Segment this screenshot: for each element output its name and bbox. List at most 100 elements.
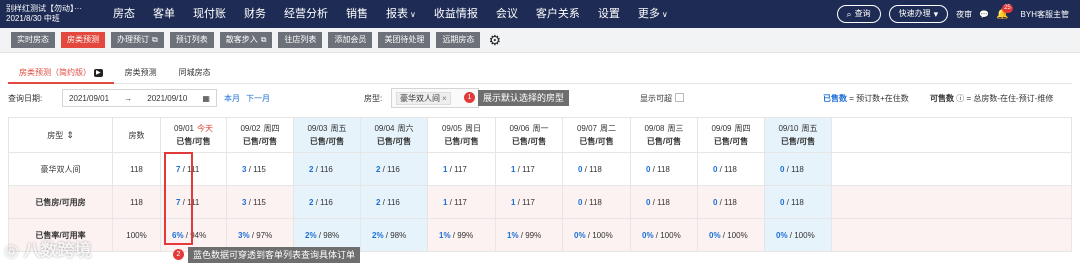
date-value: 09/09 (711, 124, 732, 133)
weekday-label: 周二 (600, 124, 617, 133)
available-count: 115 (253, 164, 266, 174)
available-count: 118 (791, 197, 804, 207)
row-roomtype-name: 已售房/可用房 (8, 185, 113, 219)
nav-item[interactable]: 经营分析 (275, 0, 337, 28)
nav-item[interactable]: 房态 (104, 0, 144, 28)
nav-item[interactable]: 客单 (144, 0, 184, 28)
filter-bar: 查询日期: 2021/09/01 → 2021/09/10 ▦ 本月 下一月 房… (8, 88, 1072, 108)
available-count: 98% (323, 230, 340, 240)
avail-definition: = 总房数-在住-预订-维修 (966, 94, 1054, 103)
search-button[interactable]: ⌕ 查询 (836, 5, 881, 23)
forecast-cell: 1 / 117 (427, 152, 496, 186)
quick-handle-button[interactable]: 快速办理 ▾ (888, 5, 949, 23)
subtab-button[interactable]: 美团待处理 (378, 32, 431, 48)
user-name[interactable]: BYH客服主管 (1021, 9, 1069, 20)
forecast-cell: 1 / 117 (495, 185, 563, 219)
copy-icon[interactable]: ⧉ (261, 33, 267, 47)
available-count: 99% (525, 230, 542, 240)
weekday-label: 周四 (263, 124, 280, 133)
header-roomtype[interactable]: 房型 ⇕ (8, 117, 113, 153)
date-value: 09/10 (778, 124, 799, 133)
chevron-down-icon: ∨ (410, 10, 416, 19)
chat-icon[interactable]: 💬 (979, 10, 989, 19)
highlight-box (164, 152, 193, 245)
available-count: 118 (724, 164, 737, 174)
date-to: 2021/09/10 (147, 93, 188, 103)
close-icon[interactable]: × (442, 94, 447, 103)
date-label: 09/06 周一 (496, 123, 562, 134)
available-count: 118 (657, 197, 670, 207)
subtab-button[interactable]: 实时房态 (11, 32, 55, 48)
nav-item-label: 更多 (637, 8, 660, 20)
nav-item[interactable]: 设置 (589, 0, 629, 28)
show-unavailable-checkbox[interactable] (675, 93, 684, 102)
sort-icon[interactable]: ⇕ (66, 130, 74, 140)
nav-item[interactable]: 销售 (337, 0, 377, 28)
annotation-marker-2: 2 (173, 249, 184, 260)
page-tab-label: 房类预测（简约版） (19, 68, 91, 77)
this-month-link[interactable]: 本月 (224, 93, 240, 104)
roomtype-tag[interactable]: 豪华双人间 × (396, 91, 451, 105)
next-month-link[interactable]: 下一月 (246, 93, 270, 104)
subtab-button[interactable]: 房类预测 (61, 32, 105, 48)
subtab-button[interactable]: 散客步入 ⧉ (219, 32, 273, 48)
weekday-label: 周六 (397, 124, 414, 133)
nav-item[interactable]: 报表 ∨ (377, 0, 425, 28)
subtab-button[interactable]: 远期房态 (436, 32, 481, 48)
weekday-label: 周日 (465, 124, 482, 133)
sold-key: 已售数 (823, 94, 847, 103)
hotel-switcher[interactable]: 别样红测试【勿动】··· 2021/8/30 中班 (0, 4, 104, 24)
avail-legend: 可售数 ⓘ = 总房数-在住-预订-维修 (930, 93, 1053, 104)
sold-count-link[interactable]: 0% (776, 231, 788, 240)
sold-count-link[interactable]: 0% (709, 231, 721, 240)
sold-avail-subheader: 已售/可售 (511, 137, 547, 146)
subtab-button[interactable]: 往店列表 (278, 32, 323, 48)
date-range-picker[interactable]: 2021/09/01 → 2021/09/10 ▦ (62, 89, 217, 107)
header-date: 09/03 周五 已售/可售 (293, 117, 361, 153)
nav-item[interactable]: 现付账 (184, 0, 235, 28)
copy-icon[interactable]: ⧉ (152, 33, 158, 47)
page-tab[interactable]: 房类预测（简约版） ▶ (8, 62, 114, 84)
nav-item[interactable]: 更多 ∨ (629, 0, 677, 28)
sold-count-link[interactable]: 2% (305, 231, 317, 240)
sold-avail-subheader: 已售/可售 (646, 137, 682, 146)
forecast-cell: 0 / 118 (697, 152, 765, 186)
forecast-cell: 0 / 118 (562, 152, 631, 186)
date-value: 09/04 (374, 124, 395, 133)
sold-count-link[interactable]: 0% (574, 231, 586, 240)
video-icon[interactable]: ▶ (94, 68, 103, 77)
header-room-count: 房数 (112, 117, 161, 153)
sold-count-link[interactable]: 1% (439, 231, 451, 240)
subtab-button[interactable]: 预订列表 (169, 32, 214, 48)
sold-count-link[interactable]: 3% (238, 231, 250, 240)
nav-item[interactable]: 财务 (235, 0, 275, 28)
available-count: 117 (454, 164, 467, 174)
forecast-cell: 1% / 99% (427, 218, 496, 252)
page-tab[interactable]: 同城房态 (168, 62, 222, 84)
nav-item[interactable]: 收益情报 (425, 0, 487, 28)
nav-item[interactable]: 客户关系 (527, 0, 589, 28)
sold-count-link[interactable]: 2% (372, 231, 384, 240)
subtab-button[interactable]: 办理预订 ⧉ (111, 32, 164, 48)
sold-count-link[interactable]: 1% (507, 231, 519, 240)
forecast-cell: 0 / 118 (697, 185, 765, 219)
available-count: 116 (320, 197, 333, 207)
weekday-label: 周五 (330, 124, 347, 133)
page-tab[interactable]: 房类预测 (114, 62, 168, 84)
date-label: 09/02 周四 (227, 123, 293, 134)
nav-item-label: 客单 (153, 8, 175, 20)
sold-avail-subheader: 已售/可售 (176, 137, 211, 146)
weekday-label: 周五 (801, 124, 818, 133)
nav-item[interactable]: 会议 (487, 0, 527, 28)
available-count: 118 (791, 164, 804, 174)
gear-icon[interactable]: ⚙ (488, 32, 501, 49)
forecast-cell: 2 / 116 (293, 185, 361, 219)
header-date: 09/01 今天 已售/可售 (160, 117, 227, 153)
calendar-icon: ▦ (202, 93, 210, 103)
subtab-button[interactable]: 添加会员 (328, 32, 373, 48)
sold-count-link[interactable]: 0% (642, 231, 654, 240)
available-count: 100% (592, 230, 613, 240)
sold-avail-subheader: 已售/可售 (242, 137, 278, 146)
night-audit-link[interactable]: 夜审 (956, 9, 972, 20)
bell-icon[interactable]: 🔔 25 (996, 3, 1013, 20)
